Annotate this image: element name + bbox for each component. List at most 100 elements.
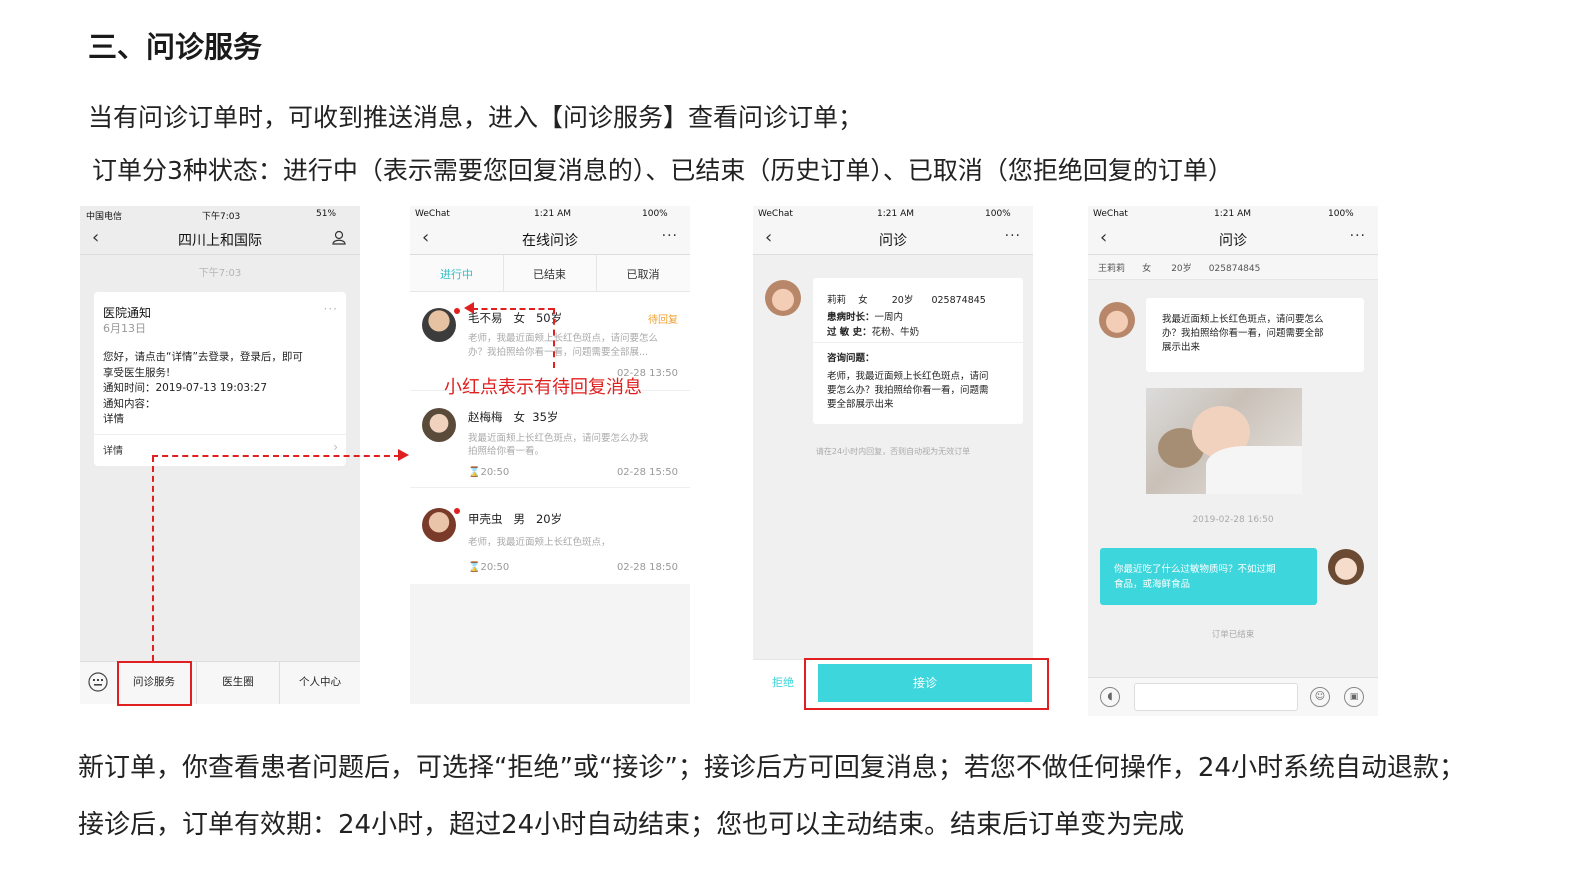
doctor-avatar: [1328, 549, 1364, 585]
allergy-label: 过 敏 史：: [827, 327, 872, 338]
patient-sex: 女: [513, 410, 525, 424]
message-line: 食品，或海鲜食品: [1114, 579, 1191, 590]
annotation-arrowhead: [464, 302, 474, 314]
status-badge: 待回复: [648, 315, 678, 326]
clock-label: 1:21 AM: [877, 209, 914, 219]
list-item[interactable]: 赵梅梅 女 35岁 我最近面颊上长红色斑点，请问要怎么办我 拍照给你看一看。 ⌛…: [410, 391, 690, 488]
nav-bar: ‹ 问诊 ···: [1088, 222, 1378, 255]
avatar: [422, 408, 456, 442]
allergy-row: 过 敏 史：花粉、牛奶: [827, 324, 919, 338]
input-bar: ◖ ☺ ▣: [1088, 677, 1378, 716]
patient-sex: 男: [513, 512, 525, 526]
tab-cancelled[interactable]: 已取消: [596, 266, 690, 282]
question-line: 要怎么办？我拍照给你看一看，问题需: [827, 385, 989, 396]
duration-value: 一周内: [874, 312, 904, 323]
annotation-text: 小红点表示有待回复消息: [444, 377, 642, 398]
avatar: [422, 308, 456, 342]
question-line: 老师，我最近面颊上长红色斑点，请问: [827, 371, 989, 382]
patient-message: 我最近面颊上长红色斑点，请问要怎么 办？我拍照给你看一看，问题需要全部 展示出来: [1162, 313, 1324, 355]
nav-bar: ‹ 在线问诊 ···: [410, 222, 690, 255]
annotation-arrow-line: [472, 308, 554, 310]
patient-photo[interactable]: [1146, 388, 1302, 494]
highlight-box-accept: [804, 658, 1049, 710]
footer-line-1: 新订单，你查看患者问题后，可选择“拒绝”或“接诊”；接诊后方可回复消息；若您不做…: [78, 753, 1465, 783]
menu-doctor-circle[interactable]: 医生圈: [197, 674, 279, 689]
card-body: 您好，请点击“详情”去登录，登录后，即可 享受医生服务! 通知时间：2019-0…: [103, 350, 303, 428]
voice-icon[interactable]: ◖: [1100, 687, 1120, 707]
clock-label: 1:21 AM: [1214, 209, 1251, 219]
reject-button[interactable]: 拒绝: [772, 674, 794, 690]
message-line: 你最近吃了什么过敏物质吗？不如过期: [1114, 564, 1276, 575]
patient-sex: 女: [513, 311, 525, 325]
connector-arrowhead: [398, 449, 409, 461]
status-bar: WeChat 1:21 AM 100%: [753, 206, 1033, 222]
duration-text: 20:50: [480, 562, 510, 573]
nav-bar: ‹ 问诊 ···: [753, 222, 1033, 255]
question-label: 咨询问题：: [827, 353, 875, 364]
patient-avatar: [1099, 302, 1135, 338]
clock-label: 下午7:03: [202, 212, 241, 222]
connector-line: [152, 456, 154, 661]
battery-label: 51%: [316, 209, 337, 219]
more-icon[interactable]: ···: [1350, 228, 1366, 244]
emoji-icon[interactable]: ☺: [1310, 687, 1330, 707]
patient-line: 莉莉 女 20岁 025874845: [827, 295, 986, 306]
chat-timestamp: 2019-02-28 16:50: [1192, 515, 1274, 525]
phone-screen-consultation-request: WeChat 1:21 AM 100% ‹ 问诊 ··· 莉莉 女 20岁 02…: [753, 206, 1033, 704]
status-tabs: 进行中 已结束 已取消: [410, 255, 690, 292]
detail-link[interactable]: 详情: [103, 442, 123, 457]
card-line: 享受医生服务!: [103, 366, 171, 379]
preview-line: 我最近面颊上长红色斑点，请问要怎么办我: [468, 433, 649, 444]
patient-info: 毛不易 女 50岁: [468, 310, 562, 326]
clock-label: 1:21 AM: [534, 209, 571, 219]
carrier-label: WeChat: [1093, 209, 1128, 219]
patient-info: 赵梅梅 女 35岁: [468, 409, 558, 425]
unread-dot: [454, 508, 460, 514]
card-line: 通知时间：2019-07-13 19:03:27: [103, 382, 268, 394]
item-time: 02-28 18:50: [616, 562, 678, 573]
list-item[interactable]: 甲壳虫 男 20岁 老师，我最近面颊上长红色斑点， ⌛20:50 02-28 1…: [410, 488, 690, 584]
card-title: 医院通知: [103, 306, 152, 320]
image-icon[interactable]: ▣: [1344, 687, 1364, 707]
more-icon[interactable]: ···: [1005, 228, 1021, 244]
status-bar: WeChat 1:21 AM 100%: [410, 206, 690, 222]
menu-personal-center[interactable]: 个人中心: [280, 674, 360, 689]
patient-info-card: 莉莉 女 20岁 025874845 患病时长：一周内 过 敏 史：花粉、牛奶 …: [813, 278, 1023, 424]
message-preview: 老师，我最近面颊上长红色斑点，: [468, 537, 611, 548]
tab-in-progress[interactable]: 进行中: [410, 266, 503, 282]
more-icon[interactable]: ···: [324, 302, 338, 316]
status-bar: WeChat 1:21 AM 100%: [1088, 206, 1378, 222]
duration-label: 患病时长：: [827, 312, 875, 323]
page-title: 问诊: [879, 233, 907, 249]
patient-age: 20岁: [535, 512, 563, 526]
chat-title: 四川上和国际: [178, 233, 262, 249]
duration-text: 20:50: [480, 467, 510, 478]
message-line: 我最近面颊上长红色斑点，请问要怎么: [1162, 314, 1324, 325]
section-heading: 三、问诊服务: [88, 30, 263, 64]
doctor-message: 你最近吃了什么过敏物质吗？不如过期 食品，或海鲜食品: [1114, 562, 1276, 592]
tab-finished[interactable]: 已结束: [503, 266, 596, 282]
carrier-label: WeChat: [415, 209, 450, 219]
order-ended-notice: 订单已结束: [1211, 630, 1255, 640]
reply-notice: 请在24小时内回复，否则自动视为无效订单: [815, 447, 971, 456]
keyboard-icon[interactable]: [88, 672, 108, 695]
unread-dot: [454, 308, 460, 314]
patient-message-bubble: 我最近面颊上长红色斑点，请问要怎么 办？我拍照给你看一看，问题需要全部 展示出来: [1146, 298, 1364, 372]
message-preview: 老师，我最近面颊上长红色斑点，请问要怎么 办？我拍照给你看一看，问题需要全部展.…: [468, 332, 658, 360]
patient-name: 甲壳虫: [468, 512, 503, 526]
question-line: 要全部展示出来: [827, 399, 894, 410]
message-input[interactable]: [1134, 683, 1298, 711]
duration-row: 患病时长：一周内: [827, 309, 903, 323]
phone-screen-chat: WeChat 1:21 AM 100% ‹ 问诊 ··· 王莉莉 女 20岁 0…: [1088, 206, 1378, 716]
nav-bar: ‹ 四川上和国际: [80, 222, 360, 255]
card-line: 详情: [103, 413, 124, 425]
battery-label: 100%: [985, 209, 1011, 219]
question-text: 老师，我最近面颊上长红色斑点，请问 要怎么办？我拍照给你看一看，问题需 要全部展…: [827, 370, 989, 412]
preview-line: 办？我拍照给你看一看，问题需要全部展...: [468, 347, 649, 358]
more-icon[interactable]: ···: [662, 228, 678, 244]
patient-age: 50岁: [535, 311, 563, 325]
highlight-box-consultation: [117, 661, 192, 706]
user-icon[interactable]: [332, 230, 346, 248]
notification-card[interactable]: 医院通知 ··· 6月13日 您好，请点击“详情”去登录，登录后，即可 享受医生…: [94, 292, 346, 466]
item-time: 02-28 15:50: [616, 467, 678, 478]
